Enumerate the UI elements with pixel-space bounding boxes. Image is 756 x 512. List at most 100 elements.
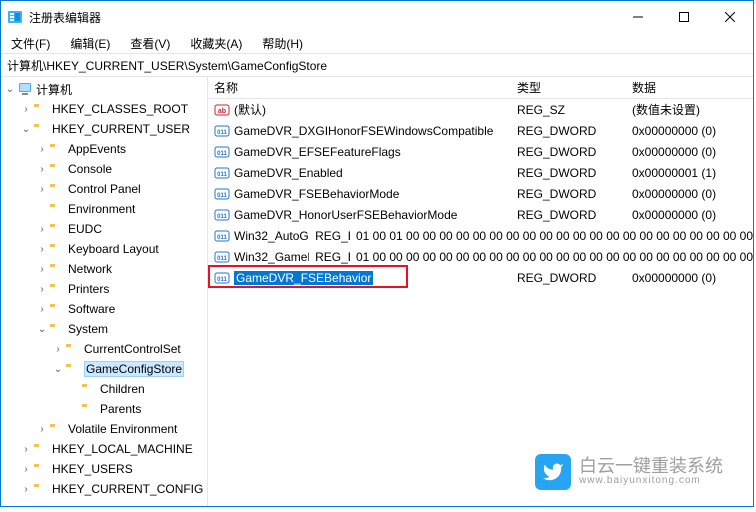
value-row[interactable]: 011 Win32_GameModeRelatedProcessesREG_BIN…	[208, 246, 753, 267]
tree-node-label: CurrentControlSet	[84, 342, 181, 356]
svg-text:011: 011	[217, 256, 227, 262]
value-row[interactable]: 011GameDVR_DXGIHonorFSEWindowsCompatible…	[208, 120, 753, 141]
tree-node[interactable]: EUDC	[1, 219, 207, 239]
tree-node[interactable]: Children	[1, 379, 207, 399]
tree-node[interactable]: Environment	[1, 199, 207, 219]
dword-value-icon: 011	[214, 186, 230, 202]
folder-icon	[49, 301, 65, 317]
chevron-icon[interactable]	[35, 164, 49, 175]
dword-value-icon: 011	[214, 270, 230, 286]
address-bar[interactable]: 计算机\HKEY_CURRENT_USER\System\GameConfigS…	[1, 53, 753, 77]
menu-edit[interactable]: 编辑(E)	[64, 33, 116, 54]
value-data: 0x00000000 (0)	[626, 271, 753, 285]
svg-text:011: 011	[217, 151, 227, 157]
menu-view[interactable]: 查看(V)	[124, 33, 176, 54]
tree-node[interactable]: Console	[1, 159, 207, 179]
value-data: (数值未设置)	[626, 101, 753, 118]
tree-node[interactable]: CurrentControlSet	[1, 339, 207, 359]
tree-node[interactable]: Control Panel	[1, 179, 207, 199]
watermark-main: 白云一键重装系统	[579, 457, 723, 476]
value-row[interactable]: 011GameDVR_FSEBehaviorModeREG_DWORD0x000…	[208, 183, 753, 204]
value-data: 0x00000000 (0)	[626, 187, 753, 201]
watermark-icon	[535, 454, 571, 490]
close-button[interactable]	[707, 1, 753, 33]
tree-node[interactable]: Printers	[1, 279, 207, 299]
minimize-button[interactable]	[615, 1, 661, 33]
value-list[interactable]: 名称 类型 数据 ab(默认)REG_SZ(数值未设置)011GameDVR_D…	[208, 77, 753, 506]
folder-icon	[33, 101, 49, 117]
chevron-icon[interactable]	[35, 324, 49, 335]
dword-value-icon: 011	[214, 228, 230, 244]
tree-node[interactable]: AppEvents	[1, 139, 207, 159]
tree-node-label: Children	[100, 382, 145, 396]
dword-value-icon: 011	[214, 165, 230, 181]
tree-node[interactable]: Network	[1, 259, 207, 279]
tree-node-label: EUDC	[68, 222, 102, 236]
value-name: GameDVR_HonorUserFSEBehaviorMode	[234, 208, 457, 222]
tree-node[interactable]: HKEY_USERS	[1, 459, 207, 479]
tree-node-label: Environment	[68, 202, 135, 216]
tree-root[interactable]: 计算机	[1, 79, 207, 99]
col-data[interactable]: 数据	[626, 79, 753, 96]
chevron-icon[interactable]	[35, 144, 49, 155]
svg-text:ab: ab	[218, 108, 226, 115]
value-type: REG_BINARY	[309, 250, 350, 264]
menu-help[interactable]: 帮助(H)	[256, 33, 309, 54]
chevron-icon[interactable]	[19, 444, 33, 455]
value-row[interactable]: 011GameDVR_EFSEFeatureFlagsREG_DWORD0x00…	[208, 141, 753, 162]
value-type: REG_BINARY	[309, 229, 350, 243]
value-name: Win32_GameModeRelatedProcesses	[234, 250, 309, 264]
folder-icon	[65, 341, 81, 357]
tree-node[interactable]: HKEY_CURRENT_CONFIG	[1, 479, 207, 499]
value-name: GameDVR_EFSEFeatureFlags	[234, 145, 401, 159]
chevron-icon[interactable]	[19, 104, 33, 115]
chevron-icon[interactable]	[35, 244, 49, 255]
chevron-icon[interactable]	[35, 184, 49, 195]
chevron-icon[interactable]	[35, 424, 49, 435]
tree-node[interactable]: Volatile Environment	[1, 419, 207, 439]
value-row[interactable]: 011GameDVR_HonorUserFSEBehaviorModeREG_D…	[208, 204, 753, 225]
value-data: 0x00000000 (0)	[626, 124, 753, 138]
chevron-icon[interactable]	[19, 464, 33, 475]
maximize-button[interactable]	[661, 1, 707, 33]
tree-node-label: Parents	[100, 402, 141, 416]
value-type: REG_DWORD	[511, 145, 626, 159]
value-row[interactable]: 011Win32_AutoGameModeDefaultProfileREG_B…	[208, 225, 753, 246]
tree-node[interactable]: System	[1, 319, 207, 339]
svg-text:011: 011	[217, 277, 227, 283]
tree-node-label: HKEY_CURRENT_CONFIG	[52, 482, 203, 496]
window-title: 注册表编辑器	[29, 9, 615, 26]
col-type[interactable]: 类型	[511, 79, 626, 96]
menu-file[interactable]: 文件(F)	[5, 33, 56, 54]
tree-node[interactable]: HKEY_LOCAL_MACHINE	[1, 439, 207, 459]
chevron-icon[interactable]	[19, 484, 33, 495]
tree-node-label: Software	[68, 302, 115, 316]
chevron-icon[interactable]	[35, 284, 49, 295]
value-row[interactable]: 011GameDVR_EnabledREG_DWORD0x00000001 (1…	[208, 162, 753, 183]
value-type: REG_SZ	[511, 103, 626, 117]
value-row[interactable]: ab(默认)REG_SZ(数值未设置)	[208, 99, 753, 120]
tree-node[interactable]: Keyboard Layout	[1, 239, 207, 259]
value-row[interactable]: 011GameDVR_FSEBehaviorREG_DWORD0x0000000…	[208, 267, 753, 288]
chevron-icon[interactable]	[35, 304, 49, 315]
folder-icon	[33, 481, 49, 497]
tree-node-label: Control Panel	[68, 182, 141, 196]
col-name[interactable]: 名称	[208, 79, 511, 96]
chevron-icon[interactable]	[19, 124, 33, 135]
tree-node-label: HKEY_USERS	[52, 462, 133, 476]
list-header: 名称 类型 数据	[208, 77, 753, 99]
folder-icon	[49, 141, 65, 157]
tree-node[interactable]: Parents	[1, 399, 207, 419]
tree-node[interactable]: HKEY_CLASSES_ROOT	[1, 99, 207, 119]
chevron-icon[interactable]	[35, 224, 49, 235]
menu-favorites[interactable]: 收藏夹(A)	[184, 33, 248, 54]
chevron-icon[interactable]	[51, 364, 65, 375]
chevron-icon[interactable]	[51, 344, 65, 355]
tree-node-label: Network	[68, 262, 112, 276]
folder-icon	[65, 361, 81, 377]
tree-node[interactable]: GameConfigStore	[1, 359, 207, 379]
tree-node[interactable]: HKEY_CURRENT_USER	[1, 119, 207, 139]
tree-panel[interactable]: 计算机HKEY_CLASSES_ROOTHKEY_CURRENT_USERApp…	[1, 77, 208, 506]
chevron-icon[interactable]	[35, 264, 49, 275]
tree-node[interactable]: Software	[1, 299, 207, 319]
